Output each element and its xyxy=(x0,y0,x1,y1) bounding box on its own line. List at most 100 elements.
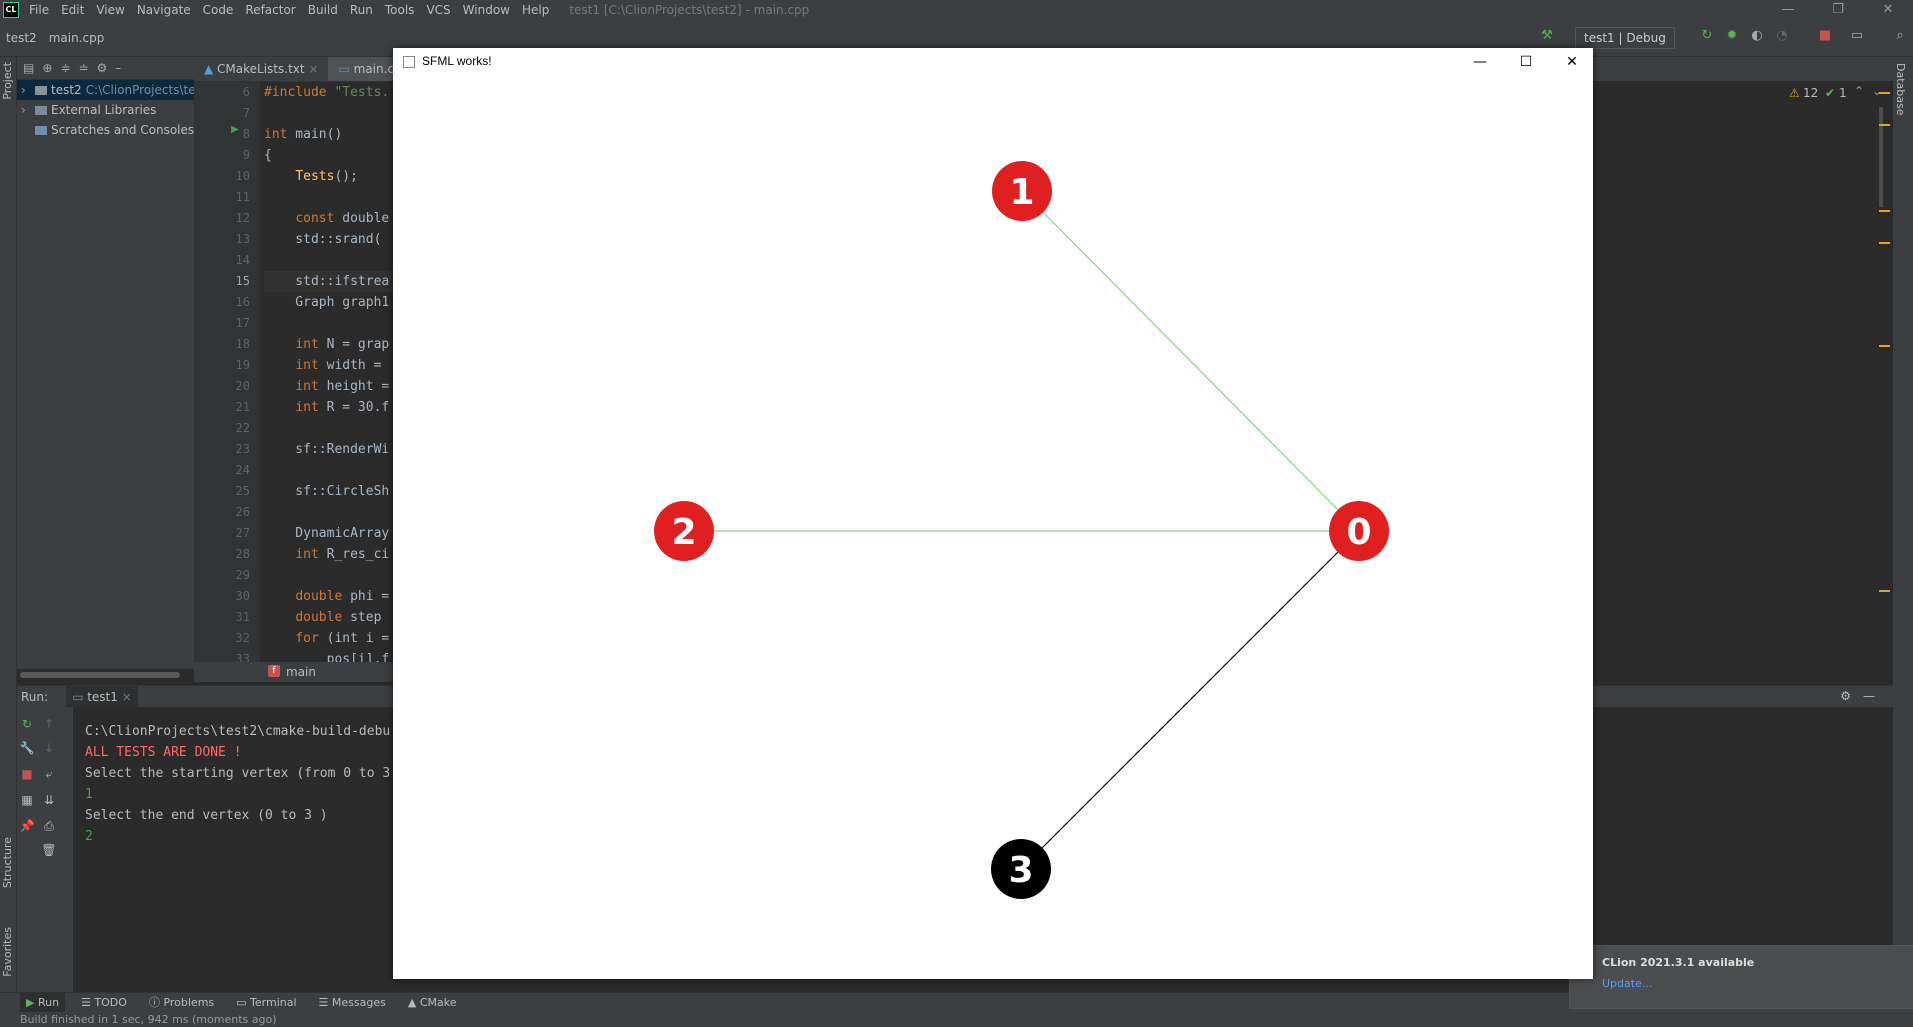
run-configuration-select[interactable]: test1 | Debug xyxy=(1575,27,1675,49)
arrow-down-icon[interactable]: ↓ xyxy=(39,741,59,755)
code-line: Graph graph1 xyxy=(264,295,390,310)
line-number: 11 xyxy=(235,190,250,204)
minimize-icon[interactable]: — xyxy=(1763,0,1813,20)
rerun-icon[interactable]: ↻ xyxy=(17,717,37,731)
hide-panel-icon[interactable]: — xyxy=(1863,689,1875,703)
warning-icon[interactable]: ⚠ xyxy=(1789,86,1800,100)
warning-marker[interactable] xyxy=(1879,124,1890,126)
restore-icon[interactable]: ❐ xyxy=(1813,0,1863,20)
expand-arrow-icon[interactable]: › xyxy=(21,100,35,120)
expand-arrow-icon[interactable]: › xyxy=(21,80,35,100)
code-line: double step xyxy=(295,610,390,625)
layout-icon[interactable]: ▦ xyxy=(17,793,37,807)
soft-wrap-icon[interactable]: ⤶ xyxy=(39,767,59,782)
gear-icon[interactable]: ⚙ xyxy=(1840,689,1851,703)
tab-run[interactable]: ▶ Run xyxy=(20,993,66,1013)
editor-scrollbar[interactable] xyxy=(1879,107,1883,207)
menu-file[interactable]: File xyxy=(23,3,55,17)
menu-navigate[interactable]: Navigate xyxy=(131,3,197,17)
tab-label: Problems xyxy=(163,996,215,1009)
code-line: pos[i].f xyxy=(264,652,390,662)
update-link[interactable]: Update... xyxy=(1602,977,1652,990)
expand-all-icon[interactable]: ≑ xyxy=(60,61,70,75)
layout-icon[interactable]: ▭ xyxy=(1850,29,1864,43)
arrow-up-icon[interactable]: ↑ xyxy=(39,717,59,731)
warning-marker[interactable] xyxy=(1879,210,1890,212)
profile-icon[interactable]: ◔ xyxy=(1775,29,1789,43)
line-number: 14 xyxy=(235,253,250,267)
rerun-icon[interactable]: ↻ xyxy=(1700,29,1714,43)
close-tab-icon[interactable]: × xyxy=(122,690,132,704)
build-hammer-icon[interactable]: ⚒ xyxy=(1540,29,1554,43)
scratches-icon xyxy=(35,126,47,135)
line-number: 19 xyxy=(235,358,250,372)
warning-marker[interactable] xyxy=(1879,345,1890,347)
tab-messages[interactable]: ☰ Messages xyxy=(313,993,392,1013)
tab-cmakelists[interactable]: ▲ CMakeLists.txt × xyxy=(194,57,328,81)
menu-vcs[interactable]: VCS xyxy=(420,3,456,17)
checks-count[interactable]: 1 xyxy=(1839,86,1847,100)
tree-item-test2[interactable]: › test2 C:\ClionProjects\test2 xyxy=(17,80,214,100)
check-icon[interactable]: ✔ xyxy=(1825,86,1835,100)
structure-tool-label[interactable]: Structure xyxy=(1,837,14,888)
close-icon[interactable]: ✕ xyxy=(1863,0,1913,20)
project-view-icon[interactable]: ▤ xyxy=(23,61,34,75)
trash-icon[interactable]: 🗑 xyxy=(39,843,59,857)
breadcrumb-file[interactable]: main.cpp xyxy=(49,31,105,45)
right-tool-strip: Database xyxy=(1893,57,1913,992)
menu-window[interactable]: Window xyxy=(457,3,516,17)
scroll-to-end-icon[interactable]: ⇊ xyxy=(39,793,59,807)
database-tool-label[interactable]: Database xyxy=(1894,63,1907,116)
chevron-up-icon[interactable]: ⌃ xyxy=(1854,84,1864,98)
print-icon[interactable]: ⎙ xyxy=(39,819,59,834)
project-horizontal-scrollbar[interactable] xyxy=(20,672,180,678)
tab-problems[interactable]: ⓘ Problems xyxy=(143,993,220,1013)
pin-icon[interactable]: 📌 xyxy=(17,819,37,833)
run-gutter-icon[interactable]: ▶ xyxy=(231,124,239,135)
editor-breadcrumb-function[interactable]: main xyxy=(286,665,316,679)
menu-refactor[interactable]: Refactor xyxy=(239,3,301,17)
menu-help[interactable]: Help xyxy=(516,3,555,17)
menu-build[interactable]: Build xyxy=(302,3,344,17)
warnings-count[interactable]: 12 xyxy=(1803,86,1818,100)
stop-icon[interactable]: ■ xyxy=(17,767,37,781)
menu-view[interactable]: View xyxy=(90,3,130,17)
warning-marker[interactable] xyxy=(1879,92,1890,94)
search-icon[interactable]: ⌕ xyxy=(1893,29,1907,43)
debug-icon[interactable]: ✹ xyxy=(1725,29,1739,43)
chevron-down-icon[interactable]: ⌄ xyxy=(1872,84,1882,98)
tab-todo[interactable]: ☰ TODO xyxy=(75,993,133,1013)
sfml-title-bar[interactable]: SFML works! — ☐ ✕ xyxy=(393,48,1593,76)
project-tool-label[interactable]: Project xyxy=(1,62,14,100)
warning-marker[interactable] xyxy=(1879,242,1890,244)
tree-item-external-libraries[interactable]: › External Libraries xyxy=(17,100,194,120)
wrench-icon[interactable]: 🔧 xyxy=(17,741,37,755)
gear-icon[interactable]: ⚙ xyxy=(97,61,108,75)
stop-icon[interactable]: ■ xyxy=(1818,29,1832,43)
code-line: int width = xyxy=(295,358,390,373)
minimize-icon[interactable]: — xyxy=(1457,48,1503,76)
collapse-all-icon[interactable]: ≐ xyxy=(78,61,88,75)
hide-icon[interactable]: – xyxy=(115,61,121,75)
menu-edit[interactable]: Edit xyxy=(55,3,90,17)
console-line: ALL TESTS ARE DONE ! xyxy=(85,745,242,760)
warning-marker[interactable] xyxy=(1879,590,1890,592)
tree-item-scratches[interactable]: Scratches and Consoles xyxy=(17,120,194,140)
favorites-tool-label[interactable]: Favorites xyxy=(1,927,14,977)
menu-code[interactable]: Code xyxy=(197,3,240,17)
locate-icon[interactable]: ⊕ xyxy=(42,61,52,75)
maximize-icon[interactable]: ☐ xyxy=(1503,48,1549,76)
breadcrumb-project[interactable]: test2 xyxy=(6,31,37,45)
close-tab-icon[interactable]: × xyxy=(308,62,318,76)
menu-run[interactable]: Run xyxy=(344,3,379,17)
coverage-icon[interactable]: ◐ xyxy=(1750,29,1764,43)
code-editor[interactable]: #include "Tests. int main() { Tests(); con… xyxy=(262,82,394,662)
menu-tools[interactable]: Tools xyxy=(379,3,421,17)
tab-label: TODO xyxy=(94,996,127,1009)
run-tab[interactable]: ▭ test1 × xyxy=(66,686,138,708)
messages-icon: ☰ xyxy=(318,996,332,1009)
library-icon xyxy=(35,106,47,115)
tab-cmake[interactable]: ▲ CMake xyxy=(402,993,463,1013)
tab-terminal[interactable]: ▭ Terminal xyxy=(230,993,302,1013)
close-icon[interactable]: ✕ xyxy=(1549,48,1595,76)
